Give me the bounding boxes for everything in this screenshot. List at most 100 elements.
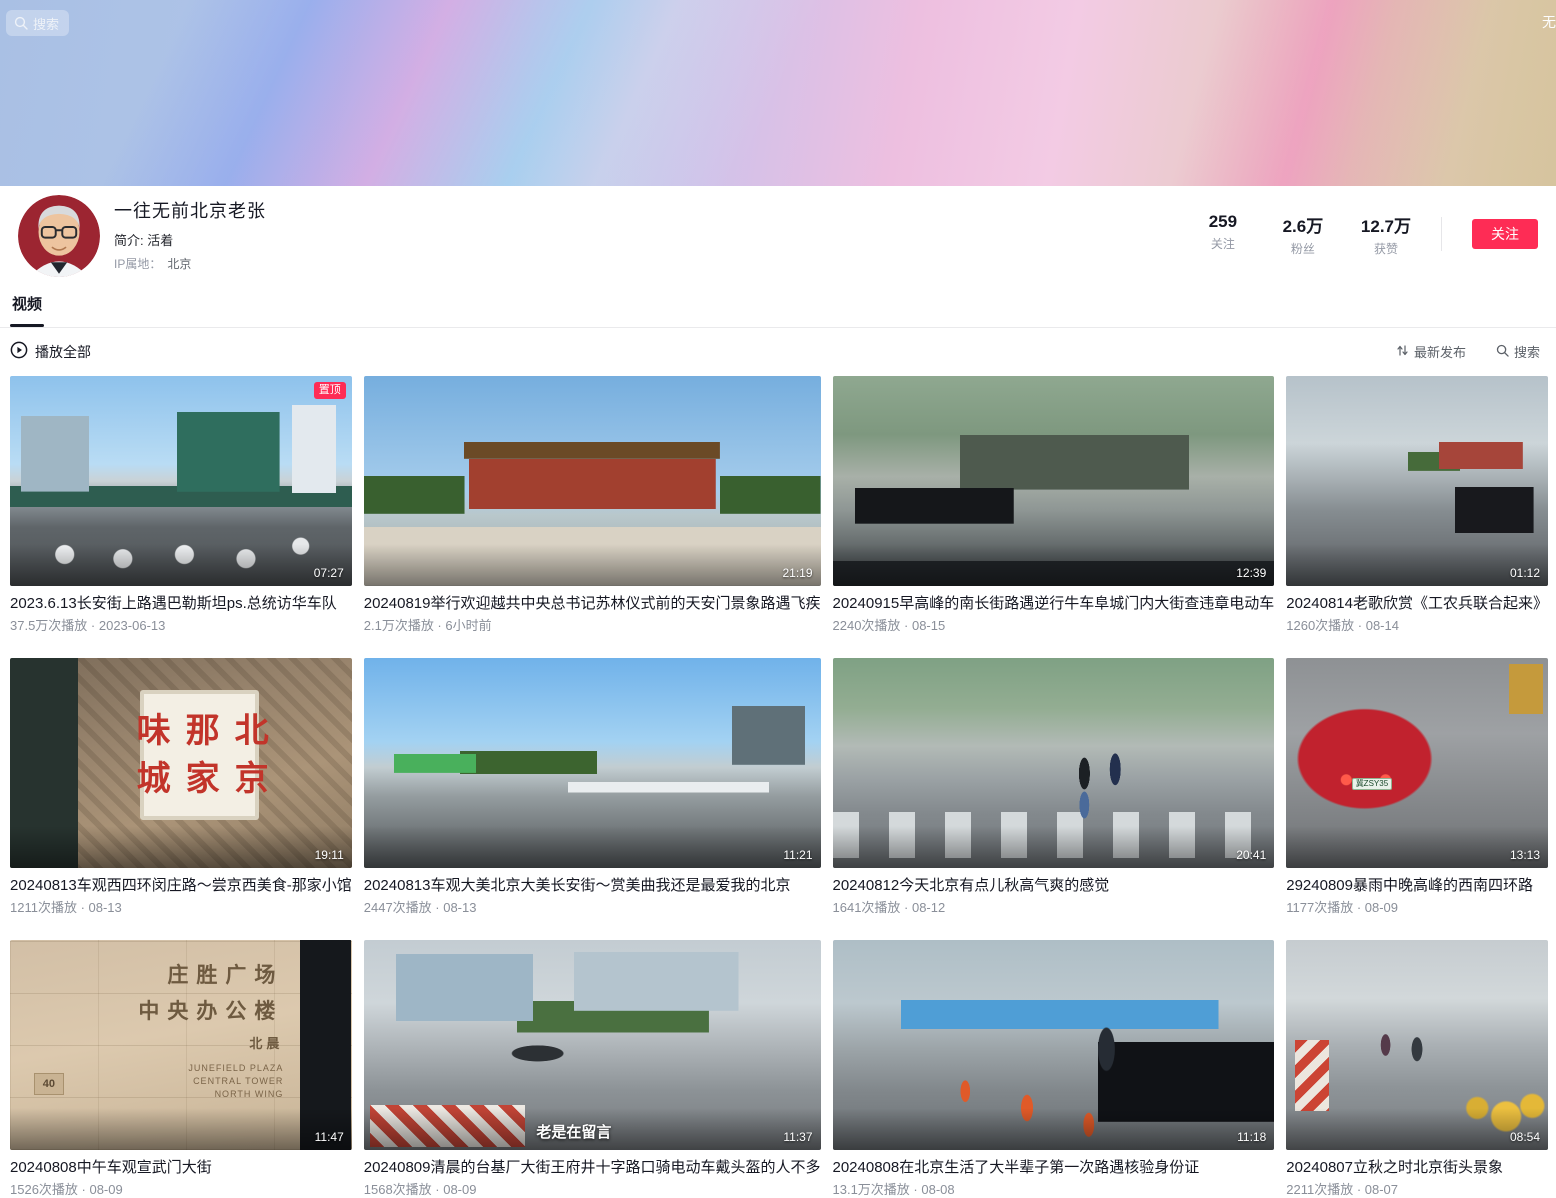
engraving-line: 庄胜广场 [138,959,283,989]
video-meta: 1177次播放 · 08-09 [1286,900,1548,916]
video-title[interactable]: 20240814老歌欣赏《工农兵联合起来》 [1286,594,1548,613]
banner-corner-text: 无 [1542,12,1556,32]
video-meta: 2211次播放 · 08-07 [1286,1182,1548,1198]
video-thumbnail[interactable]: 20:41 [833,658,1275,868]
video-card[interactable]: 08:54 20240807立秋之时北京街头景象 2211次播放 · 08-07 [1286,940,1548,1198]
video-title[interactable]: 20240808中午车观宣武门大街 [10,1158,352,1177]
video-card[interactable]: 21:19 20240819举行欢迎越共中央总书记苏林仪式前的天安门景象路遇飞疾… [364,376,821,634]
video-caption-overlay: 老是在留言 [536,1121,611,1142]
video-title[interactable]: 29240809暴雨中晚高峰的西南四环路 [1286,876,1548,895]
video-card[interactable]: 庄胜广场 中央办公楼 北晨 JUNEFIELD PLAZA CENTRAL TO… [10,940,352,1198]
video-grid: 置顶 07:27 2023.6.13长安街上路遇巴勒斯坦ps.总统访华车队 37… [0,362,1556,1198]
video-duration: 11:18 [1237,1130,1266,1144]
video-duration: 11:47 [315,1130,344,1144]
video-thumbnail[interactable]: 11:18 [833,940,1275,1150]
restaurant-sign: 北京那家味城 [140,690,260,820]
avatar[interactable] [18,195,100,277]
stat-likes-value: 12.7万 [1361,212,1411,237]
video-meta: 37.5万次播放 · 2023-06-13 [10,618,352,634]
license-plate: 冀ZSY35 [1352,778,1392,790]
stat-following-label: 关注 [1201,235,1245,252]
video-meta: 1211次播放 · 08-13 [10,900,352,916]
video-duration: 11:37 [783,1130,812,1144]
video-title[interactable]: 20240812今天北京有点儿秋高气爽的感觉 [833,876,1275,895]
video-card[interactable]: 北京那家味城 19:11 20240813车观西四环闵庄路～尝京西美食-那家小馆… [10,658,352,916]
stat-followers-value: 2.6万 [1281,212,1325,237]
pinned-badge: 置顶 [314,382,346,399]
banner-search-label: 搜索 [33,14,59,33]
video-thumbnail[interactable]: 冀ZSY35 13:13 [1286,658,1548,868]
profile-header: 一往无前北京老张 简介: 活着 IP属地： 北京 259 关注 2.6万 粉丝 1… [0,186,1556,282]
video-card[interactable]: 老是在留言 11:37 20240809清晨的台基厂大街王府井十字路口骑电动车戴… [364,940,821,1198]
video-title[interactable]: 20240813车观大美北京大美长安街～赏美曲我还是最爱我的北京 [364,876,821,895]
video-title[interactable]: 20240807立秋之时北京街头景象 [1286,1158,1548,1177]
stat-followers-label: 粉丝 [1281,240,1325,257]
engraving-line: 中央办公楼 [138,995,283,1025]
video-duration: 07:27 [314,566,344,580]
profile-actions: 259 关注 2.6万 粉丝 12.7万 获赞 关注 [1201,212,1546,257]
video-meta: 1568次播放 · 08-09 [364,1182,821,1198]
video-card[interactable]: 20:41 20240812今天北京有点儿秋高气爽的感觉 1641次播放 · 0… [833,658,1275,916]
stat-followers: 2.6万 粉丝 [1281,212,1325,257]
profile-banner: 搜索 无 [0,0,1556,186]
profile-stats: 259 关注 2.6万 粉丝 12.7万 获赞 [1201,212,1411,257]
tab-videos[interactable]: 视频 [10,284,44,327]
video-card[interactable]: 11:21 20240813车观大美北京大美长安街～赏美曲我还是最爱我的北京 2… [364,658,821,916]
video-card[interactable]: 01:12 20240814老歌欣赏《工农兵联合起来》 1260次播放 · 08… [1286,376,1548,634]
video-title[interactable]: 20240915早高峰的南长街路遇逆行牛车阜城门内大街查违章电动车 [833,594,1275,613]
profile-ip-label: IP属地： [114,257,161,271]
video-meta: 1641次播放 · 08-12 [833,900,1275,916]
stats-divider [1441,217,1442,251]
video-thumbnail[interactable]: 08:54 [1286,940,1548,1150]
video-duration: 12:39 [1236,566,1266,580]
video-card[interactable]: 11:18 20240808在北京生活了大半辈子第一次路遇核验身份证 13.1万… [833,940,1275,1198]
video-duration: 19:11 [315,848,344,862]
video-meta: 2240次播放 · 08-15 [833,618,1275,634]
video-thumbnail[interactable]: 置顶 07:27 [10,376,352,586]
play-circle-icon [10,341,28,362]
engraving-line: 北晨 [138,1033,283,1052]
video-toolbar: 播放全部 最新发布 搜索 [0,328,1556,362]
video-title[interactable]: 20240819举行欢迎越共中央总书记苏林仪式前的天安门景象路遇飞疾 [364,594,821,613]
video-duration: 21:19 [782,566,812,580]
address-plaque: 40 [34,1073,64,1095]
profile-tabbar: 视频 [0,284,1556,328]
profile-ip-value: 北京 [167,257,191,271]
video-thumbnail[interactable]: 11:21 [364,658,821,868]
video-title[interactable]: 20240813车观西四环闵庄路～尝京西美食-那家小馆 [10,876,352,895]
sort-icon [1396,344,1409,360]
profile-ip: IP属地： 北京 [114,255,266,272]
video-search-button[interactable]: 搜索 [1496,342,1540,361]
banner-search[interactable]: 搜索 [6,10,69,36]
building-engraving: 庄胜广场 中央办公楼 北晨 JUNEFIELD PLAZA CENTRAL TO… [138,959,283,1101]
video-title[interactable]: 20240808在北京生活了大半辈子第一次路遇核验身份证 [833,1158,1275,1177]
search-icon [14,16,28,30]
video-thumbnail[interactable]: 21:19 [364,376,821,586]
video-card[interactable]: 置顶 07:27 2023.6.13长安街上路遇巴勒斯坦ps.总统访华车队 37… [10,376,352,634]
profile-name: 一往无前北京老张 [114,197,266,223]
video-card[interactable]: 冀ZSY35 13:13 29240809暴雨中晚高峰的西南四环路 1177次播… [1286,658,1548,916]
video-meta: 2.1万次播放 · 6小时前 [364,618,821,634]
sort-button[interactable]: 最新发布 [1396,342,1466,361]
engraving-english: JUNEFIELD PLAZA CENTRAL TOWER NORTH WING [138,1062,283,1101]
video-meta: 2447次播放 · 08-13 [364,900,821,916]
stat-likes-label: 获赞 [1361,240,1411,257]
video-duration: 08:54 [1510,1130,1540,1144]
stat-following: 259 关注 [1201,212,1245,257]
video-meta: 13.1万次播放 · 08-08 [833,1182,1275,1198]
follow-button[interactable]: 关注 [1472,219,1538,249]
video-thumbnail[interactable]: 庄胜广场 中央办公楼 北晨 JUNEFIELD PLAZA CENTRAL TO… [10,940,352,1150]
play-all-button[interactable]: 播放全部 [10,341,91,362]
video-thumbnail[interactable]: 北京那家味城 19:11 [10,658,352,868]
video-thumbnail[interactable]: 01:12 [1286,376,1548,586]
video-duration: 20:41 [1236,848,1266,862]
play-all-label: 播放全部 [35,342,91,362]
video-title[interactable]: 20240809清晨的台基厂大街王府井十字路口骑电动车戴头盔的人不多 [364,1158,821,1177]
video-search-label: 搜索 [1514,342,1540,361]
video-title[interactable]: 2023.6.13长安街上路遇巴勒斯坦ps.总统访华车队 [10,594,352,613]
video-duration: 11:21 [783,848,812,862]
profile-bio: 简介: 活着 [114,230,266,249]
video-card[interactable]: 12:39 20240915早高峰的南长街路遇逆行牛车阜城门内大街查违章电动车 … [833,376,1275,634]
video-thumbnail[interactable]: 老是在留言 11:37 [364,940,821,1150]
video-thumbnail[interactable]: 12:39 [833,376,1275,586]
